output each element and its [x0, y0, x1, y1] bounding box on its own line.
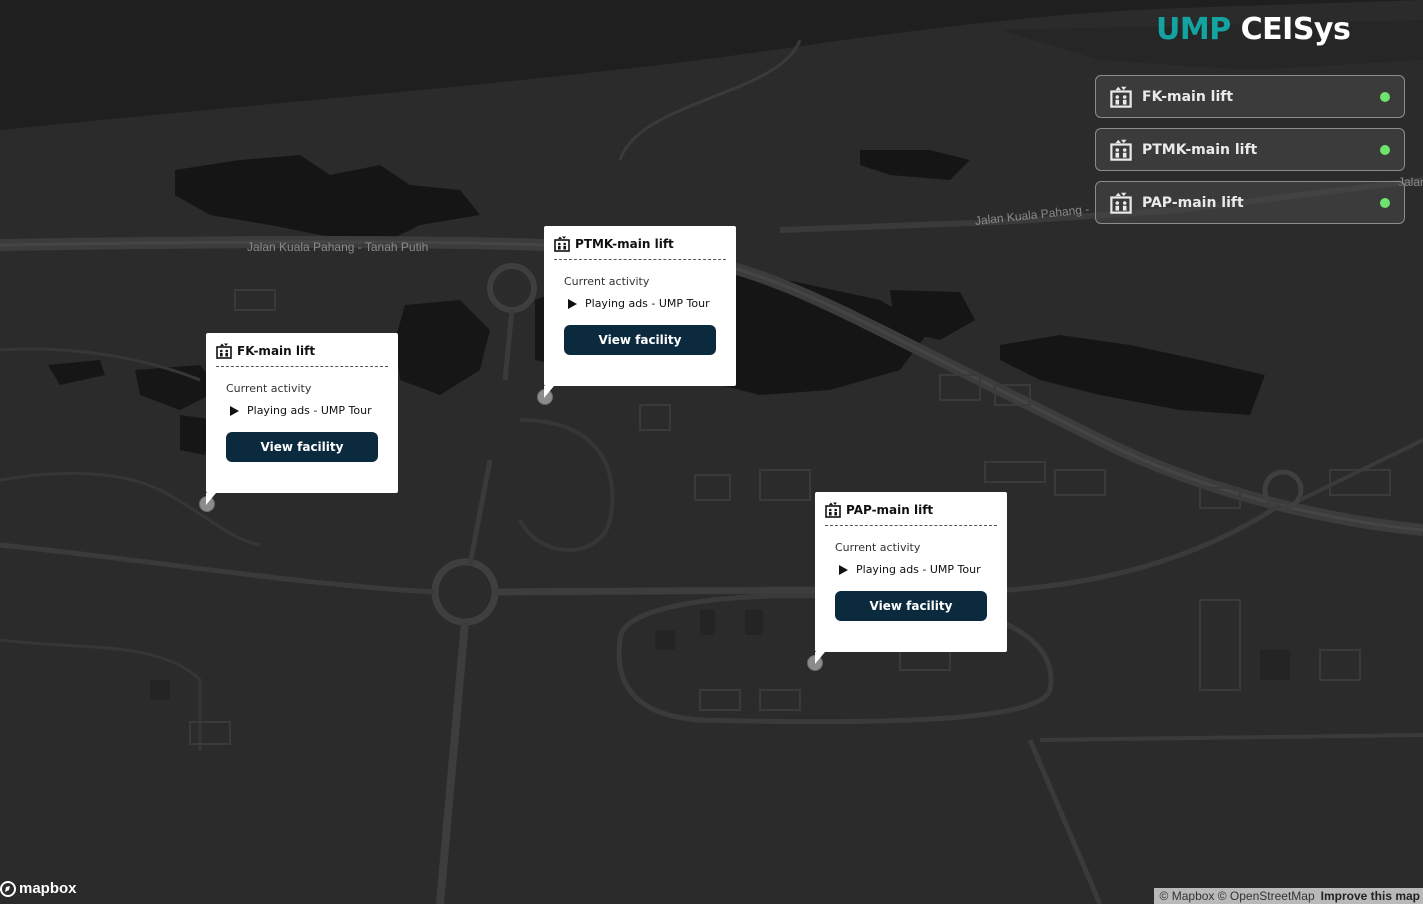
activity-text: Playing ads - UMP Tour	[856, 563, 981, 576]
brand-part-2: CEISys	[1240, 12, 1351, 47]
popup-title-text: FK-main lift	[237, 344, 316, 358]
lift-list: FK-main lift PTMK-main lift PAP-main lif…	[1095, 75, 1405, 234]
lift-item-label: PTMK-main lift	[1142, 141, 1258, 158]
lift-item-pap[interactable]: PAP-main lift	[1095, 181, 1405, 224]
status-dot	[1380, 197, 1390, 208]
mapbox-icon	[0, 880, 16, 897]
play-icon	[839, 564, 848, 575]
view-facility-button[interactable]: View facility	[835, 591, 987, 621]
activity-text: Playing ads - UMP Tour	[247, 404, 372, 417]
activity-row: Playing ads - UMP Tour	[839, 563, 997, 576]
play-icon	[230, 405, 239, 416]
elevator-icon	[1110, 192, 1132, 214]
popup-title: PTMK-main lift	[554, 236, 726, 260]
attribution-text[interactable]: © Mapbox © OpenStreetMap	[1160, 889, 1315, 903]
popup-ptmk: PTMK-main lift Current activity Playing …	[544, 226, 736, 386]
activity-text: Playing ads - UMP Tour	[585, 297, 710, 310]
view-facility-button[interactable]: View facility	[564, 325, 716, 355]
popup-tail	[206, 493, 216, 505]
popup-pap: PAP-main lift Current activity Playing a…	[815, 492, 1007, 652]
popup-title-text: PAP-main lift	[846, 503, 934, 517]
elevator-icon	[825, 502, 841, 518]
lift-item-fk[interactable]: FK-main lift	[1095, 75, 1405, 118]
lift-item-label: FK-main lift	[1142, 88, 1234, 105]
elevator-icon	[554, 236, 570, 252]
road-label-left: Jalan Kuala Pahang - Tanah Putih	[247, 240, 429, 254]
lift-item-ptmk[interactable]: PTMK-main lift	[1095, 128, 1405, 171]
brand-part-1: UMP	[1156, 12, 1231, 47]
popup-title-text: PTMK-main lift	[575, 237, 674, 251]
elevator-icon	[1110, 86, 1132, 108]
activity-row: Playing ads - UMP Tour	[230, 404, 388, 417]
popup-tail	[815, 652, 825, 664]
lift-item-label: PAP-main lift	[1142, 194, 1244, 211]
improve-map-link[interactable]: Improve this map	[1321, 889, 1420, 903]
mapbox-logo-text: mapbox	[19, 880, 77, 897]
elevator-icon	[1110, 139, 1132, 161]
status-dot	[1380, 144, 1390, 155]
mapbox-logo[interactable]: mapbox	[0, 880, 77, 897]
activity-label: Current activity	[226, 382, 312, 395]
popup-tail	[544, 386, 554, 398]
activity-label: Current activity	[835, 541, 921, 554]
activity-label: Current activity	[564, 275, 650, 288]
popup-title: FK-main lift	[216, 343, 388, 367]
elevator-icon	[216, 343, 232, 359]
activity-row: Playing ads - UMP Tour	[568, 297, 726, 310]
play-icon	[568, 298, 577, 309]
popup-title: PAP-main lift	[825, 502, 997, 526]
view-facility-button[interactable]: View facility	[226, 432, 378, 462]
brand-logo: UMP CEISys	[1156, 12, 1351, 47]
map-attribution: © Mapbox © OpenStreetMap Improve this ma…	[1153, 888, 1423, 904]
map-canvas[interactable]: Jalan Kuala Pahang - Tanah Putih Jalan K…	[0, 0, 1423, 904]
status-dot	[1380, 91, 1390, 102]
popup-fk: FK-main lift Current activity Playing ad…	[206, 333, 398, 493]
